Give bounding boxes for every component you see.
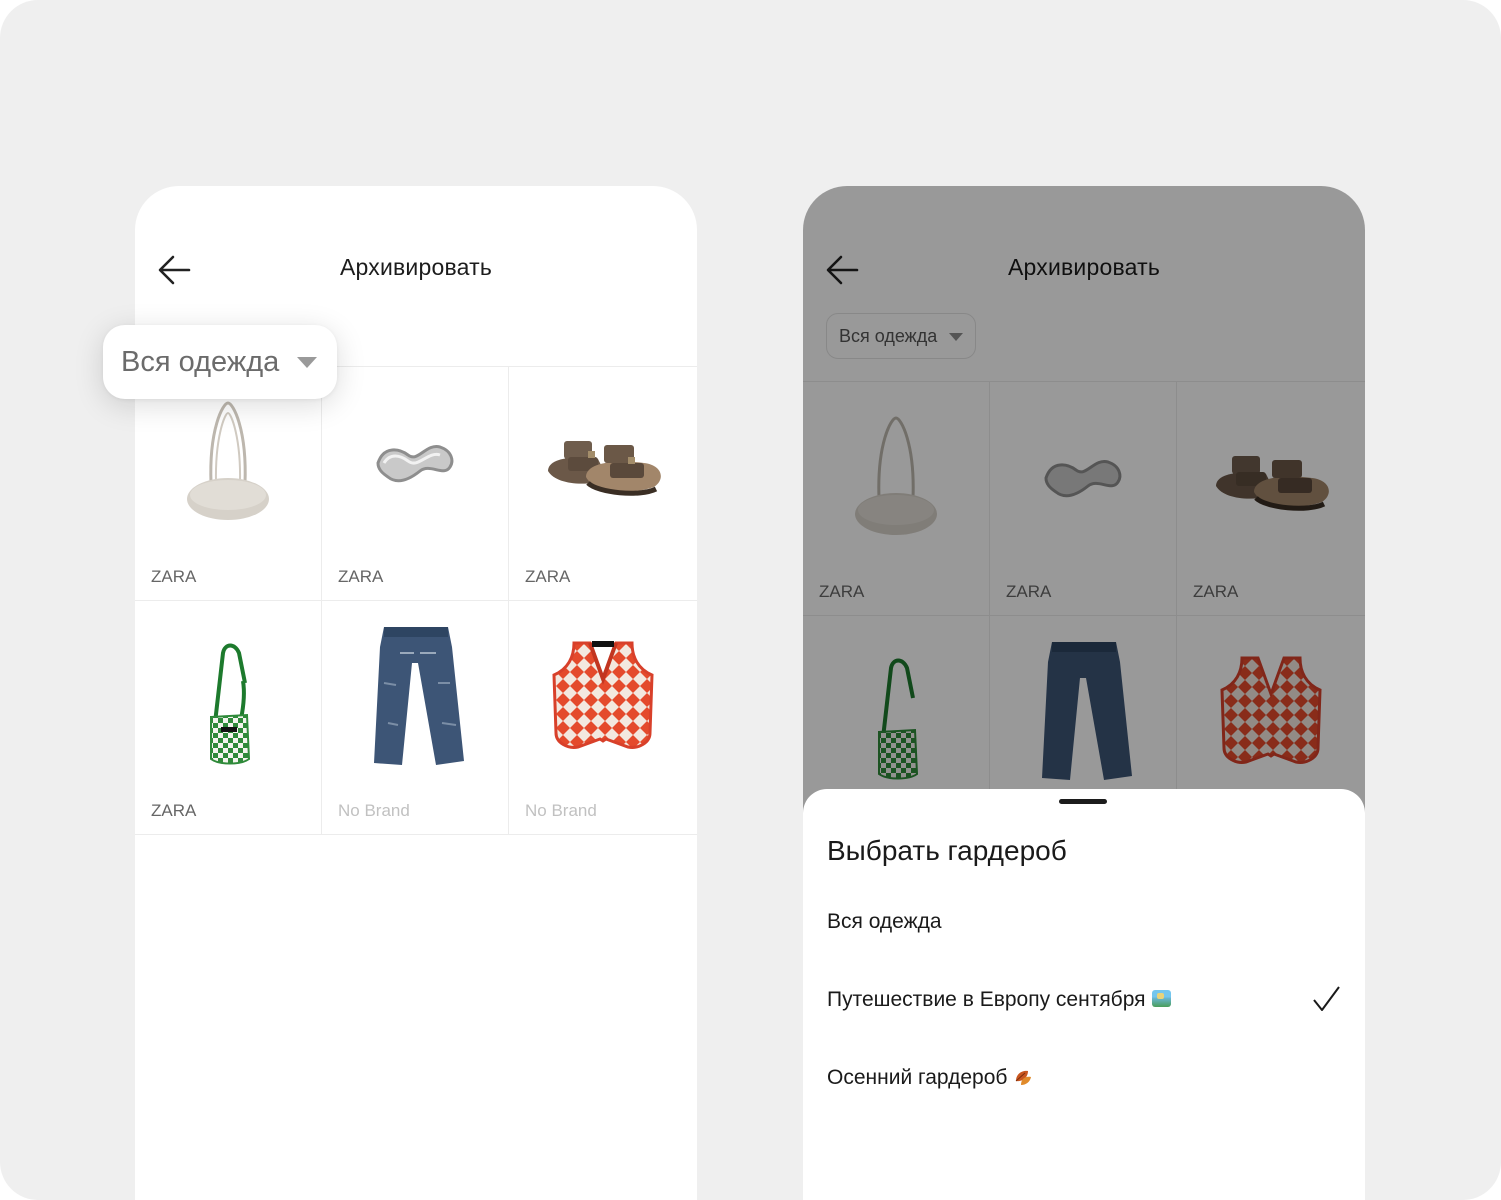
option-label: Осенний гардероб [827,1066,1033,1093]
brand-label: ZARA [151,567,197,586]
item-card[interactable]: ZARA [509,367,697,601]
wardrobe-bottom-sheet: Выбрать гардероб Вся одежда Путешествие … [803,789,1365,1200]
item-card[interactable]: ZARA [135,601,322,835]
item-card[interactable]: ZARA [322,367,509,601]
wardrobe-option-autumn[interactable]: Осенний гардероб [803,1050,1365,1110]
shoulder-bag-image [153,389,303,539]
filter-label: Вся одежда [121,345,280,378]
chevron-down-icon [297,357,317,368]
brand-label: No Brand [525,801,597,820]
item-card[interactable]: ZARA [135,367,322,601]
item-card[interactable]: No Brand [322,601,509,835]
canvas: Архивировать ZARA ZARA ZARA ZARA No Bran… [0,0,1501,1200]
item-card[interactable]: No Brand [509,601,697,835]
sheet-title: Выбрать гардероб [827,835,1067,866]
page-title: Архивировать [339,254,493,280]
phone-screen-wardrobe-picker: Архивировать Вся одежда ZARA ZARA ZARA В… [803,186,1365,1200]
map-emoji-icon [1151,990,1171,1007]
ring-image [340,389,490,539]
sheet-drag-handle[interactable] [1059,799,1107,804]
jeans-image [340,623,490,773]
option-label: Путешествие в Европу сентября [827,988,1171,1012]
brand-label: ZARA [338,567,384,586]
wardrobe-option-europe-trip[interactable]: Путешествие в Европу сентября [803,972,1365,1032]
clothing-grid: ZARA ZARA [135,366,697,835]
leaves-emoji-icon [1013,1067,1033,1093]
option-label: Вся одежда [827,910,942,933]
sandals-image [528,389,678,539]
checkmark-icon [1311,984,1341,1019]
brand-label: ZARA [525,567,571,586]
wardrobe-option-all[interactable]: Вся одежда [803,894,1365,954]
crochet-bag-image [153,623,303,773]
brand-label: No Brand [338,801,410,820]
argyle-vest-image [528,623,678,773]
brand-label: ZARA [151,801,197,820]
wardrobe-filter-dropdown-highlighted[interactable]: Вся одежда [103,325,337,399]
